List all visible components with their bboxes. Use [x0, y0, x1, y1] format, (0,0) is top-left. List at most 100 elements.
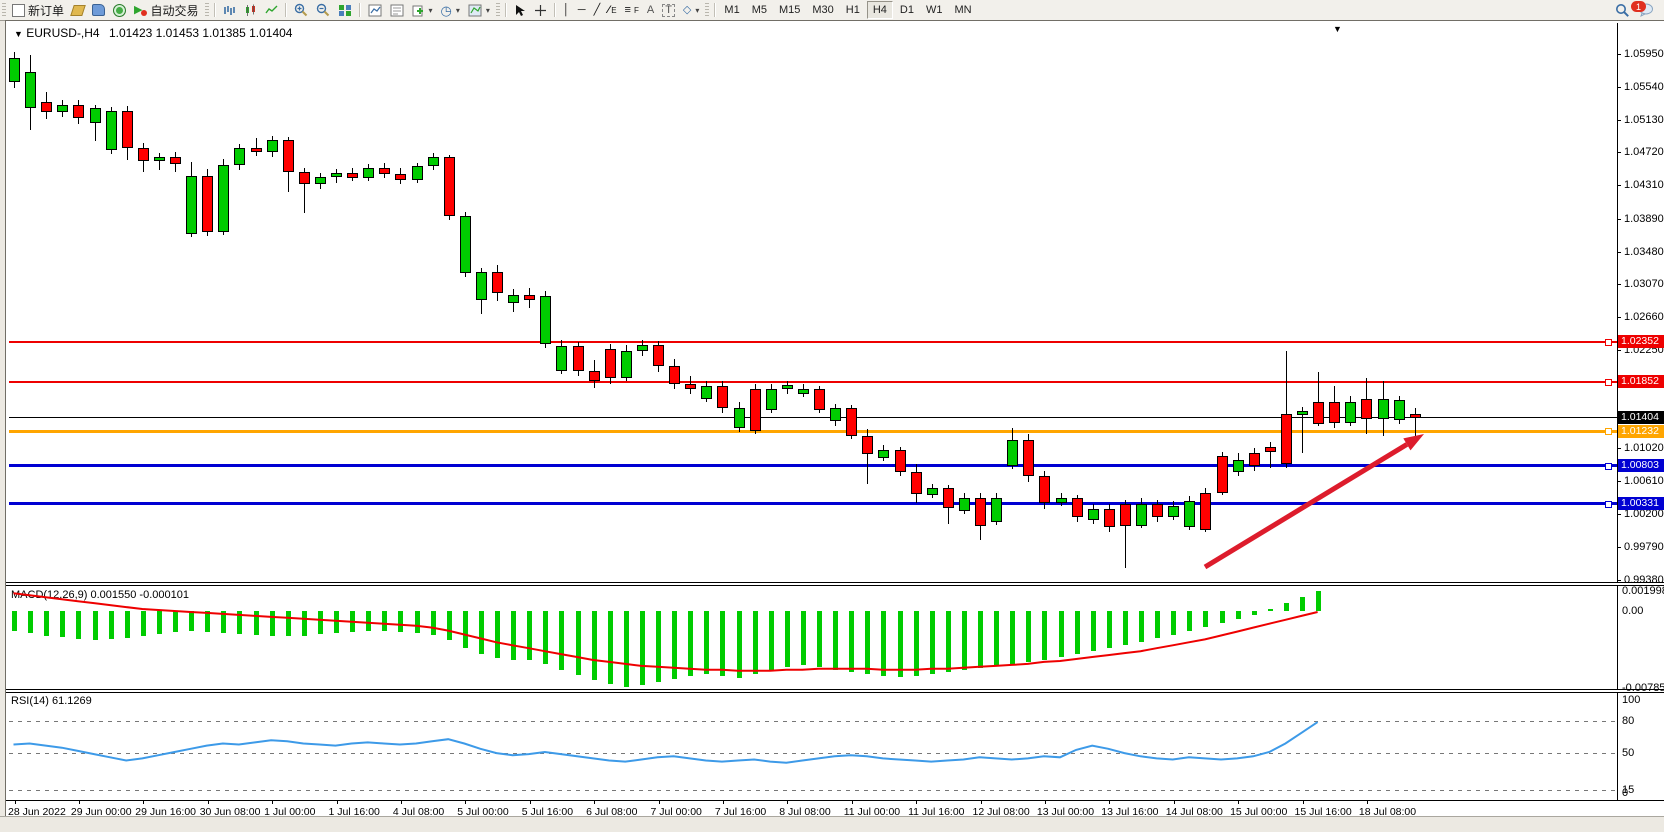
signals-button[interactable] — [109, 1, 130, 19]
timeframe-button-H1[interactable]: H1 — [841, 2, 865, 18]
timeframe-button-MN[interactable]: MN — [949, 2, 976, 18]
zoom-in-button[interactable] — [290, 1, 312, 19]
timeframe-button-M30[interactable]: M30 — [807, 2, 838, 18]
macd-label: MACD(12,26,9) 0.001550 -0.000101 — [11, 589, 189, 601]
macd-histogram-bar — [1010, 611, 1015, 664]
candle — [379, 168, 390, 174]
indicator-window-button[interactable] — [364, 1, 386, 19]
notifications-button[interactable]: 1 — [1634, 1, 1658, 19]
toolbar-grip3[interactable] — [496, 3, 500, 17]
arrows-tool-dropdown[interactable]: ◇ ▾ — [679, 1, 703, 19]
period-dropdown[interactable]: ◷ ▾ — [437, 1, 464, 19]
candle — [991, 498, 1002, 522]
price-level-line[interactable] — [9, 341, 1617, 343]
candle — [460, 216, 471, 274]
price-level-line[interactable] — [9, 381, 1617, 383]
pane-splitter-2[interactable] — [6, 689, 1664, 693]
candle — [1039, 476, 1050, 503]
macd-histogram-bar — [157, 611, 162, 634]
candle — [895, 450, 906, 472]
macd-histogram-bar — [1107, 611, 1112, 648]
price-tick-label: 1.03070 — [1624, 278, 1664, 290]
candle — [234, 148, 245, 166]
line-handle-marker[interactable] — [1605, 379, 1612, 386]
price-level-line[interactable] — [9, 464, 1617, 467]
line-handle-marker[interactable] — [1605, 501, 1612, 508]
price-level-line[interactable] — [9, 430, 1617, 433]
autotrade-button[interactable]: ▶ 自动交易 — [130, 1, 202, 19]
timeframe-button-W1[interactable]: W1 — [921, 2, 948, 18]
toolbar-grip4[interactable] — [705, 3, 709, 17]
candle-wick — [1415, 408, 1416, 435]
macd-histogram-bar — [1075, 611, 1080, 654]
line-chart-button[interactable] — [261, 1, 282, 19]
candle — [251, 148, 262, 153]
bar-chart-button[interactable] — [219, 1, 240, 19]
macd-histogram-bar — [1026, 611, 1031, 662]
candle — [395, 174, 406, 180]
template-dropdown[interactable]: ▾ — [464, 1, 494, 19]
candle — [331, 173, 342, 177]
timeframe-button-M5[interactable]: M5 — [747, 2, 772, 18]
text-tool[interactable]: A — [643, 1, 658, 19]
price-level-line[interactable] — [9, 417, 1617, 418]
price-tick-label: 1.01020 — [1624, 442, 1664, 454]
candle — [476, 272, 487, 299]
toolbar-grip2[interactable] — [205, 3, 209, 17]
candle — [1249, 453, 1260, 466]
line-chart-icon — [265, 4, 278, 17]
cursor-tool[interactable] — [510, 1, 530, 19]
line-handle-marker[interactable] — [1605, 463, 1612, 470]
candle — [428, 157, 439, 166]
line-handle-marker[interactable] — [1605, 339, 1612, 346]
candle — [766, 389, 777, 410]
search-icon — [1615, 3, 1630, 18]
candle — [154, 157, 165, 161]
macd-histogram-bar — [141, 611, 146, 636]
candle — [1120, 504, 1131, 526]
pane-splitter-1[interactable] — [6, 582, 1664, 586]
macd-histogram-bar — [978, 611, 983, 668]
zoom-out-button[interactable] — [312, 1, 334, 19]
time-tick — [916, 801, 917, 804]
candle — [315, 177, 326, 184]
dropdown-caret: ▾ — [429, 6, 433, 15]
time-tick — [465, 801, 466, 804]
market-watch-button[interactable] — [68, 1, 88, 19]
text-label-tool[interactable]: T — [658, 1, 679, 19]
macd-histogram-bar — [76, 611, 81, 639]
timeframe-button-M15[interactable]: M15 — [774, 2, 805, 18]
candle-chart-button[interactable] — [240, 1, 261, 19]
add-indicator-dropdown[interactable]: ▾ — [408, 1, 437, 19]
tile-windows-button[interactable] — [334, 1, 356, 19]
price-level-line[interactable] — [9, 502, 1617, 505]
macd-histogram-bar — [592, 611, 597, 680]
fibonacci-tool[interactable]: ≡ F — [621, 1, 643, 19]
indicator-list-button[interactable] — [386, 1, 408, 19]
clock-icon: ◷ — [441, 4, 452, 17]
price-tick-label: 1.05950 — [1624, 48, 1664, 60]
line-handle-marker[interactable] — [1605, 428, 1612, 435]
ohlc-values: 1.01423 1.01453 1.01385 1.01404 — [109, 26, 293, 40]
timeframe-button-H4[interactable]: H4 — [867, 1, 893, 19]
symbol-dropdown-icon[interactable]: ▼ — [14, 29, 23, 39]
trendline-tool[interactable]: ╱ — [590, 1, 605, 19]
macd-histogram-bar — [817, 611, 822, 667]
channel-tool[interactable]: ⁄⁄ E — [604, 1, 620, 19]
data-window-button[interactable] — [88, 1, 109, 19]
crosshair-tool[interactable] — [530, 1, 551, 19]
macd-histogram-bar — [1284, 603, 1289, 611]
hline-tool[interactable]: ─ — [574, 1, 590, 19]
timeframe-button-D1[interactable]: D1 — [895, 2, 919, 18]
candle-wick — [159, 153, 160, 170]
timeframe-button-M1[interactable]: M1 — [719, 2, 744, 18]
chart-window[interactable]: ▼ EURUSD-,H4 1.01423 1.01453 1.01385 1.0… — [5, 20, 1664, 817]
macd-histogram-bar — [237, 611, 242, 634]
new-order-button[interactable]: 新订单 — [8, 1, 68, 19]
macd-histogram-bar — [173, 611, 178, 632]
candle — [927, 488, 938, 494]
vline-tool[interactable]: │ — [559, 1, 574, 19]
chart-shift-marker[interactable]: ▼ — [1333, 24, 1342, 34]
candle — [41, 102, 52, 112]
toolbar-grip[interactable] — [2, 3, 6, 17]
